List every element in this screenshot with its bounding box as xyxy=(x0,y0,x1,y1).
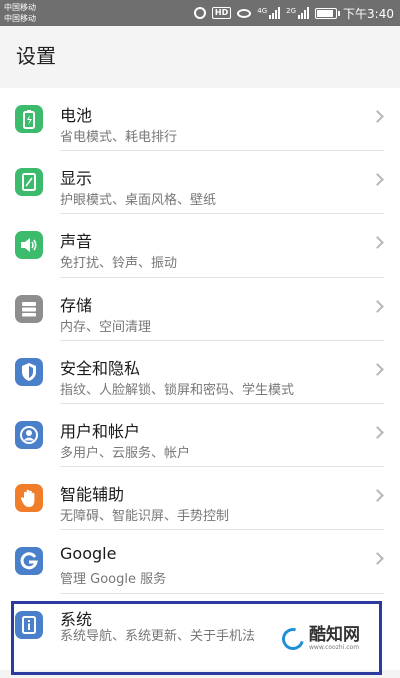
chevron-right-icon xyxy=(371,552,384,566)
watermark-name: 酷知网 xyxy=(309,625,360,645)
alarm-icon xyxy=(193,7,206,19)
chevron-right-icon xyxy=(371,173,384,187)
settings-list: 电池 省电模式、耗电排行 显示 护眼模式、桌面风格、壁纸 声音 免打扰、铃声、振… xyxy=(0,88,400,670)
user-icon xyxy=(15,420,43,449)
settings-item-description: 多用户、云服务、帐户 xyxy=(60,445,191,461)
speaker-icon xyxy=(15,231,43,260)
status-bar: 中国移动 中国移动 HD 4G 2G 下午3:40 xyxy=(0,0,400,26)
settings-item-description: 省电模式、耗电排行 xyxy=(60,130,178,145)
settings-item-google[interactable]: Google 管理 Google 服务 xyxy=(0,530,400,594)
carrier-1: 中国移动 xyxy=(4,3,36,12)
watermark-logo: 酷知网 www.coozhi.com xyxy=(277,621,378,657)
chevron-right-icon xyxy=(371,236,384,250)
settings-item-storage[interactable]: 存储 内存、空间清理 xyxy=(0,278,400,341)
settings-item-label: 声音 xyxy=(60,232,93,252)
storage-icon xyxy=(15,294,43,323)
carrier-info: 中国移动 中国移动 xyxy=(4,2,36,24)
shield-icon xyxy=(15,357,43,386)
battery-status-icon xyxy=(315,7,341,19)
settings-item-description: 免打扰、铃声、振动 xyxy=(60,256,178,272)
settings-item-label: 智能辅助 xyxy=(60,485,125,505)
clock: 下午3:40 xyxy=(343,6,394,21)
settings-item-label: 用户和帐户 xyxy=(60,421,141,441)
watermark-url: www.coozhi.com xyxy=(309,644,360,651)
watermark-icon xyxy=(277,623,309,655)
settings-item-description: 护眼模式、桌面风格、壁纸 xyxy=(60,193,217,209)
settings-item-label: Google xyxy=(60,544,117,564)
settings-item-security-privacy[interactable]: 安全和隐私 指纹、人脸解锁、锁屏和密码、学生模式 xyxy=(0,341,400,404)
chevron-right-icon xyxy=(371,299,384,313)
google-icon xyxy=(15,547,43,576)
hand-icon xyxy=(15,484,43,513)
settings-item-label: 安全和隐私 xyxy=(60,358,141,378)
settings-item-description: 内存、空间清理 xyxy=(60,319,152,335)
settings-item-display[interactable]: 显示 护眼模式、桌面风格、壁纸 xyxy=(0,151,400,215)
settings-item-description: 无障碍、智能识屏、手势控制 xyxy=(60,509,230,525)
battery-icon xyxy=(15,105,43,133)
chevron-right-icon xyxy=(371,426,384,439)
settings-item-label: 存储 xyxy=(60,295,93,315)
page-title: 设置 xyxy=(16,44,56,68)
signal-icon-2: 2G xyxy=(286,7,310,19)
eye-comfort-icon xyxy=(237,8,252,18)
chevron-right-icon xyxy=(371,110,384,123)
chevron-right-icon xyxy=(371,489,384,502)
settings-item-smart-assistance[interactable]: 智能辅助 无障碍、智能识屏、手势控制 xyxy=(0,467,400,531)
settings-item-users-accounts[interactable]: 用户和帐户 多用户、云服务、帐户 xyxy=(0,404,400,468)
carrier-2: 中国移动 xyxy=(4,14,36,23)
chevron-right-icon xyxy=(371,362,384,376)
settings-item-sound[interactable]: 声音 免打扰、铃声、振动 xyxy=(0,214,400,278)
status-icons: HD 4G 2G 下午3:40 xyxy=(193,4,394,22)
display-icon xyxy=(15,168,43,197)
signal-icon-1: 4G xyxy=(257,7,281,19)
settings-item-description: 管理 Google 服务 xyxy=(60,572,167,588)
settings-item-label: 电池 xyxy=(60,106,93,125)
settings-item-description: 指纹、人脸解锁、锁屏和密码、学生模式 xyxy=(60,382,295,398)
settings-item-battery[interactable]: 电池 省电模式、耗电排行 xyxy=(0,88,400,152)
hd-icon: HD xyxy=(211,7,232,19)
settings-item-label: 显示 xyxy=(60,169,93,189)
